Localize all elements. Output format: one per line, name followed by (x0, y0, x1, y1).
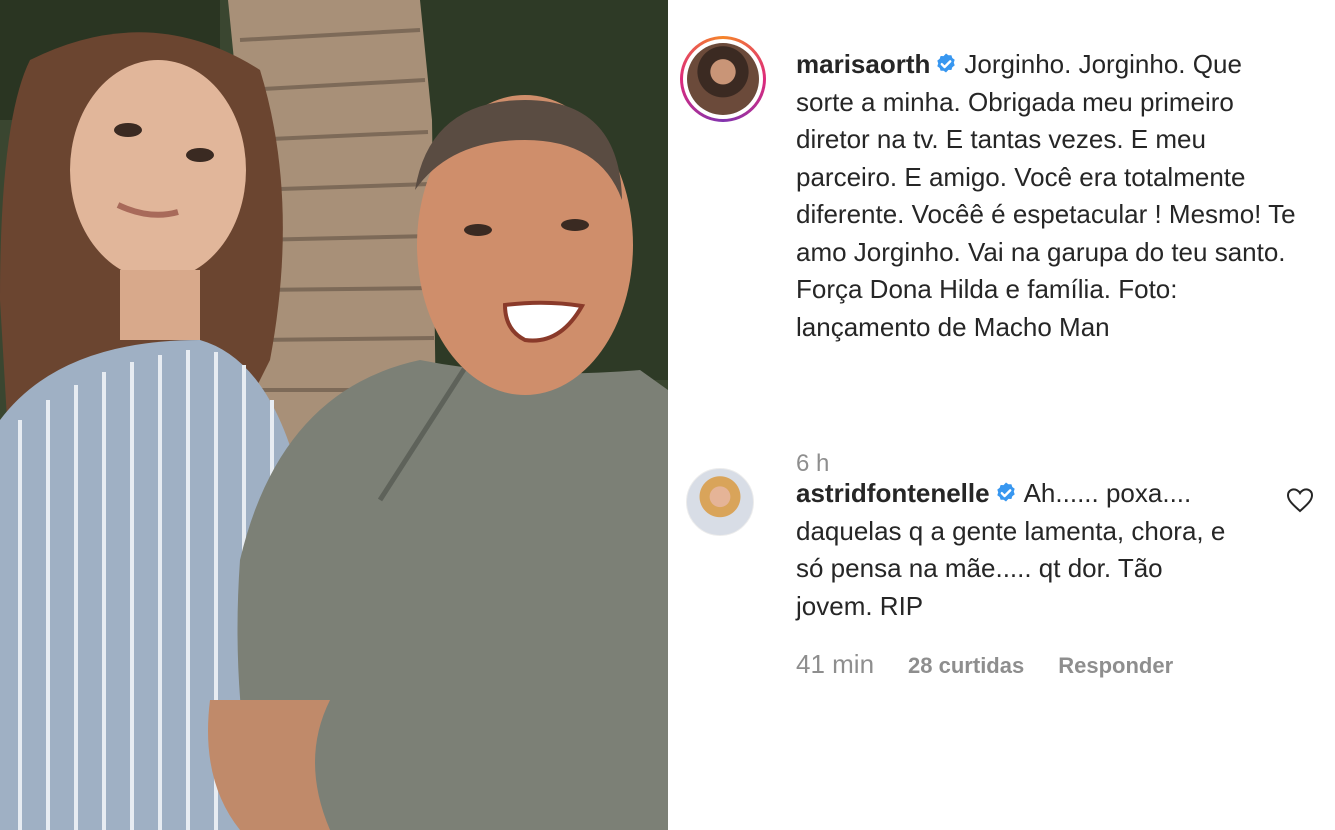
post-timestamp[interactable]: 6 h (796, 450, 829, 478)
comment-timestamp[interactable]: 41 min (796, 649, 874, 680)
comment-likes-count[interactable]: 28 curtidas (908, 653, 1024, 679)
heart-outline-icon[interactable] (1286, 487, 1314, 513)
poster-username[interactable]: marisaorth (796, 49, 930, 79)
post-photo-illustration (0, 0, 668, 830)
avatar-frame (683, 39, 763, 119)
commenter-avatar[interactable] (686, 468, 754, 536)
comment-text-block: astridfontenelle Ah...... poxa.... daquel… (796, 475, 1246, 625)
poster-avatar[interactable] (680, 36, 766, 122)
caption-text: Jorginho. Jorginho. Que sorte a minha. O… (796, 49, 1296, 342)
verified-badge-icon (937, 53, 956, 73)
post-photo (0, 0, 668, 830)
caption-text-block: marisaorth Jorginho. Jorginho. Que sorte … (796, 46, 1296, 346)
post-comments-panel: marisaorth Jorginho. Jorginho. Que sorte … (668, 0, 1335, 830)
verified-badge-icon (996, 482, 1015, 502)
comment-meta: 41 min 28 curtidas Responder (796, 649, 1173, 680)
reply-button[interactable]: Responder (1058, 653, 1173, 679)
commenter-username[interactable]: astridfontenelle (796, 478, 990, 508)
avatar-image (687, 43, 759, 115)
